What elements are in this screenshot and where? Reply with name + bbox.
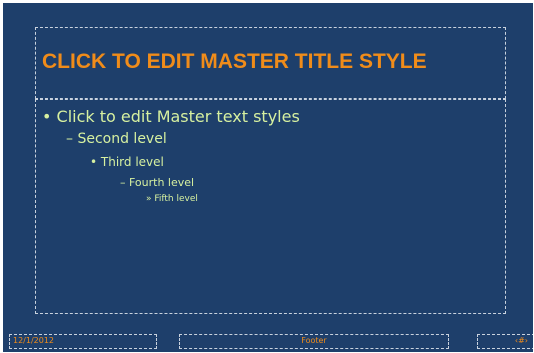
footer-placeholder[interactable]: Footer bbox=[179, 334, 449, 349]
text-level-2: – Second level bbox=[66, 131, 167, 147]
slide-number-placeholder[interactable]: ‹#› bbox=[477, 334, 533, 349]
text-level-5: » Fifth level bbox=[146, 194, 198, 204]
date-text: 12/1/2012 bbox=[13, 336, 55, 345]
text-level-4: – Fourth level bbox=[120, 176, 195, 189]
slide-master-canvas: CLICK TO EDIT MASTER TITLE STYLE • Click… bbox=[3, 3, 533, 352]
title-placeholder[interactable]: CLICK TO EDIT MASTER TITLE STYLE bbox=[35, 27, 506, 99]
text-level-3: • Third level bbox=[90, 155, 164, 169]
footer-text: Footer bbox=[301, 336, 327, 345]
body-placeholder[interactable]: • Click to edit Master text styles – Sec… bbox=[35, 99, 506, 314]
date-placeholder[interactable]: 12/1/2012 bbox=[9, 334, 157, 349]
slide-number-text: ‹#› bbox=[514, 336, 528, 345]
text-level-1: • Click to edit Master text styles bbox=[42, 107, 300, 126]
master-title-text: CLICK TO EDIT MASTER TITLE STYLE bbox=[42, 50, 427, 73]
